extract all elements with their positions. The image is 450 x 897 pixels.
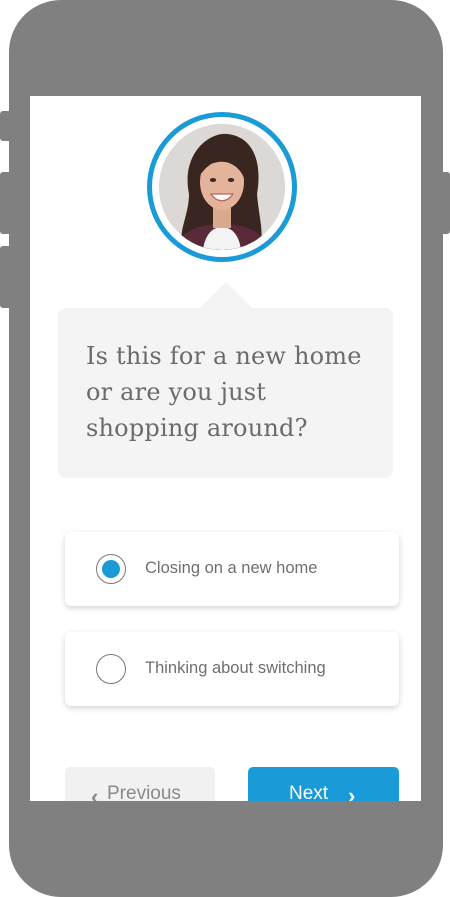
question-speech-bubble: Is this for a new home or are you just s… [58,308,393,478]
question-text: Is this for a new home or are you just s… [86,342,362,442]
phone-screen: Is this for a new home or are you just s… [30,96,421,801]
radio-unselected-icon[interactable] [96,654,126,684]
option-label: Thinking about switching [145,659,326,677]
next-button[interactable]: Next › [248,767,399,801]
previous-button[interactable]: ‹ Previous [65,767,215,801]
chevron-left-icon: ‹ [91,784,99,801]
agent-avatar-ring [147,112,297,262]
option-closing-new-home[interactable]: Closing on a new home [65,532,399,606]
next-button-label: Next [289,783,329,801]
option-label: Closing on a new home [145,559,318,577]
speech-bubble-tail [200,282,252,308]
option-thinking-switching[interactable]: Thinking about switching [65,632,399,706]
agent-avatar [159,124,285,250]
chevron-right-icon: › [348,783,356,801]
avatar-portrait-image [159,124,285,250]
previous-button-label: Previous [107,783,181,801]
radio-selected-icon[interactable] [96,554,126,584]
radio-dot [102,560,120,578]
